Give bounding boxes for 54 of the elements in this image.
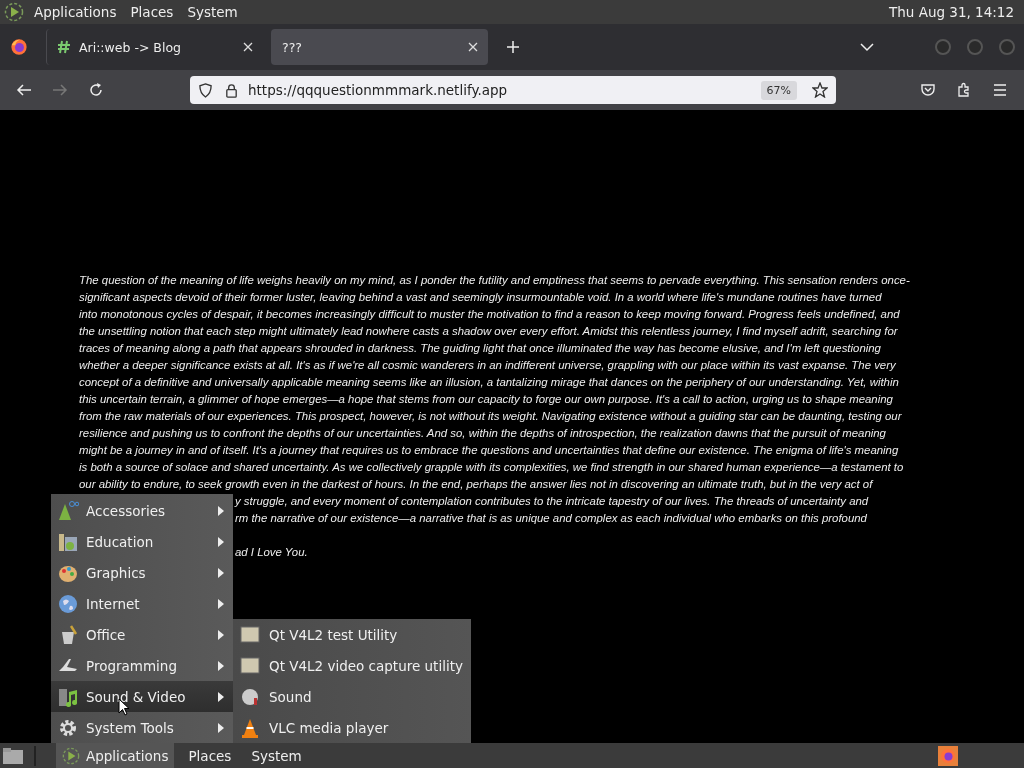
shield-icon[interactable] <box>198 82 213 98</box>
reload-icon[interactable] <box>88 82 104 98</box>
submenu-arrow-icon <box>217 628 225 641</box>
menu-item[interactable]: Graphics <box>51 557 233 589</box>
submenu-arrow-icon <box>217 690 225 703</box>
play-logo-icon[interactable] <box>4 2 24 22</box>
panel-menu[interactable]: System <box>187 4 238 20</box>
pocket-icon[interactable] <box>920 82 936 98</box>
menu-item[interactable]: Programming <box>51 650 233 682</box>
browser-tab[interactable]: ??? <box>271 29 488 65</box>
submenu-arrow-icon <box>217 598 225 611</box>
menu-item[interactable]: Education <box>51 526 233 558</box>
submenu-arrow-icon <box>217 721 225 734</box>
menu-item[interactable]: Internet <box>51 588 233 620</box>
menu-icon[interactable] <box>992 82 1008 98</box>
hash-icon <box>57 40 71 54</box>
menu-item[interactable]: Office <box>51 619 233 651</box>
panel-menu[interactable]: System <box>245 743 308 768</box>
panel-menu[interactable]: Places <box>182 743 238 768</box>
menu-item[interactable]: Qt V4L2 video capture utility <box>233 650 471 681</box>
browser-tab[interactable]: Ari::web -> Blog <box>46 29 263 65</box>
menu-item[interactable]: Sound <box>233 681 471 712</box>
back-arrow-icon[interactable] <box>16 82 32 98</box>
panel-menu[interactable]: Places <box>130 4 174 20</box>
folder-icon[interactable] <box>2 746 24 765</box>
globe-icon <box>57 593 79 616</box>
browser-logo-icon[interactable] <box>10 38 28 56</box>
closing-line: ad I Love You. <box>235 545 308 560</box>
submenu-arrow-icon <box>217 505 225 518</box>
lock-icon[interactable] <box>224 82 239 98</box>
browser-taskbar-icon[interactable] <box>938 745 958 766</box>
puzzle-icon[interactable] <box>956 82 972 98</box>
monitor-icon <box>239 623 261 646</box>
chevron-down-icon[interactable] <box>860 42 874 52</box>
monitor-icon <box>239 654 261 677</box>
menu-item[interactable]: Sound & Video <box>51 681 233 713</box>
body-paragraph-end: y struggle, and every moment of contemplation contributes to the intricate tapestry of our lives. The threads of uncertainty and rm the narrative of our existence—a narrative that is as unique and complex as each individual who embarks on this profound <box>235 494 869 526</box>
play-logo-icon <box>62 746 80 765</box>
panel-menu[interactable]: Applications <box>56 743 175 768</box>
close-icon[interactable] <box>243 42 253 52</box>
submenu-arrow-icon <box>217 536 225 549</box>
submenu-arrow-icon <box>217 659 225 672</box>
menu-item[interactable]: Accessories <box>51 496 233 527</box>
menu-item[interactable]: System Tools <box>51 712 233 743</box>
close-icon[interactable] <box>468 42 478 52</box>
menu-item[interactable]: VLC media player <box>233 712 471 743</box>
submenu-arrow-icon <box>217 567 225 580</box>
panel-menu[interactable]: Applications <box>34 4 117 20</box>
address-bar[interactable]: https://qqquestionmmmark.netlify.app 67% <box>190 76 836 104</box>
zoom-badge[interactable]: 67% <box>760 80 797 100</box>
star-icon[interactable] <box>812 82 828 98</box>
menu-item[interactable]: Qt V4L2 test Utility <box>233 619 471 650</box>
new-tab-icon[interactable] <box>506 40 520 54</box>
clock[interactable]: Thu Aug 31, 14:12 <box>889 4 1016 20</box>
